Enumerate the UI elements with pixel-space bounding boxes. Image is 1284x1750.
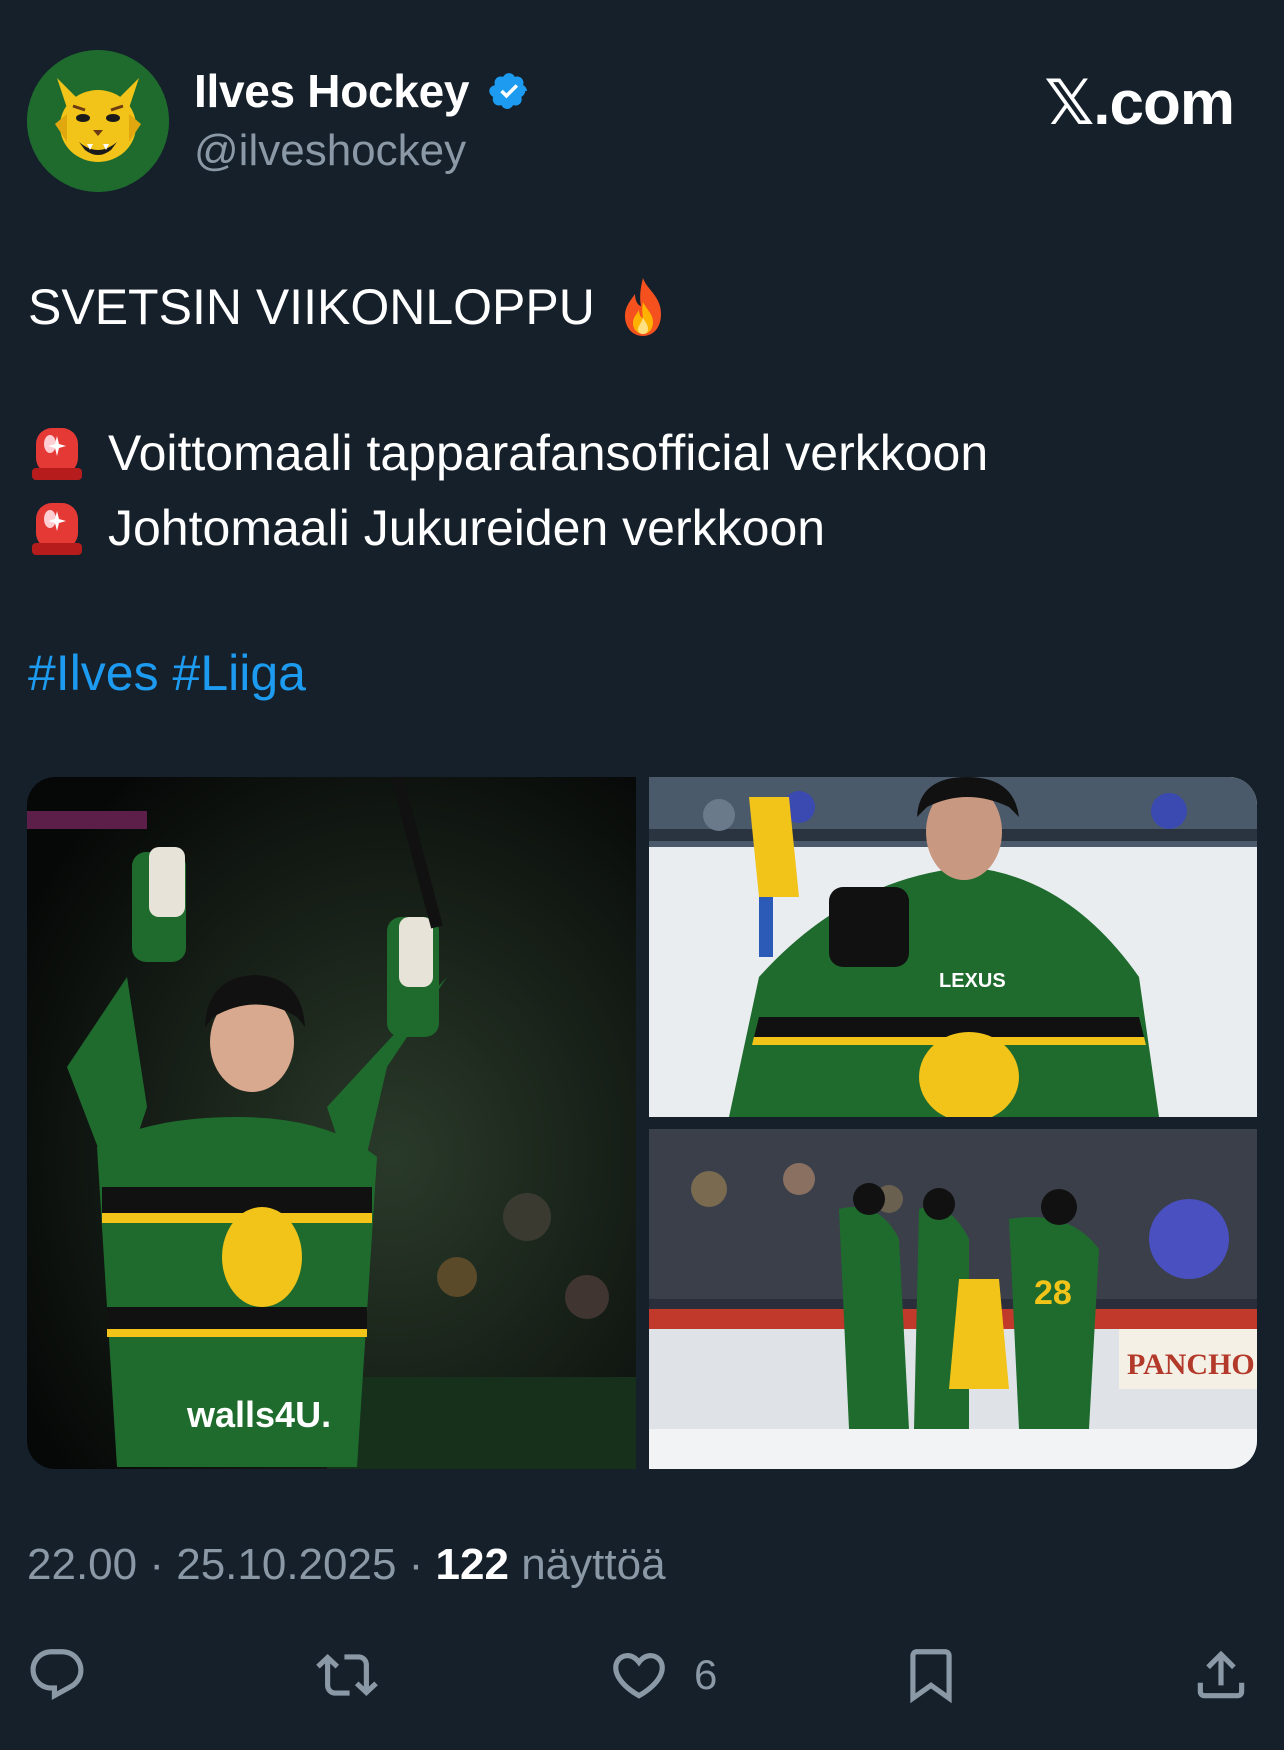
siren-emoji-icon [32,503,82,555]
retweet-icon [316,1654,378,1696]
tweet-meta: 22.00 · 25.10.2025 · 122 näyttöä [27,1540,666,1590]
hashtag-liiga[interactable]: #Liiga [173,645,306,701]
views-label: näyttöä [521,1540,666,1589]
svg-text:LEXUS: LEXUS [939,970,1006,992]
hashtags: #Ilves #Liiga [28,636,306,710]
author-name[interactable]: Ilves Hockey [194,64,469,118]
hashtag-ilves[interactable]: #Ilves [28,645,159,701]
bookmark-button[interactable] [900,1635,962,1715]
player-celebrating-arms-raised-photo[interactable]: walls4U. [27,777,636,1469]
team-celebration-photo[interactable]: PANCHO V 28 [649,1129,1257,1469]
meta-separator: · [396,1540,436,1589]
tweet-line-text: Voittomaali tapparafansofficial verkkoon [108,425,989,481]
tweet-line-1: Voittomaali tapparafansofficial verkkoon [28,416,988,490]
svg-text:PANCHO V: PANCHO V [1127,1348,1257,1381]
bookmark-icon [910,1649,952,1704]
share-icon [1197,1650,1245,1699]
reply-button[interactable] [26,1635,88,1715]
meta-separator: · [137,1540,177,1589]
like-count: 6 [694,1651,718,1698]
siren-emoji-icon [32,428,82,480]
view-count: 122 [435,1540,509,1589]
reply-icon [30,1649,84,1701]
tweet-title-line: SVETSIN VIIKONLOPPU [28,270,669,344]
svg-text:28: 28 [1034,1274,1072,1312]
retweet-button[interactable] [316,1635,378,1715]
lynx-logo-icon [27,50,169,192]
media-grid: walls4U. LEXUS PANCHO 28 [27,777,1257,1469]
tweet-title: SVETSIN VIIKONLOPPU [28,279,595,335]
action-bar: 6 [0,1635,1284,1715]
tweet-date[interactable]: 25.10.2025 [176,1540,396,1589]
avatar[interactable] [27,50,169,192]
x-logo-icon: 𝕏 [1044,66,1094,139]
heart-icon [613,1653,665,1699]
player-closeup-skating-photo[interactable]: LEXUS [649,777,1257,1117]
like-button[interactable]: 6 [608,1635,717,1715]
brand-text: .com [1093,69,1235,138]
x-com-brand: 𝕏.com [1044,66,1235,139]
svg-text:walls4U.: walls4U. [186,1394,331,1435]
author-handle[interactable]: @ilveshockey [194,126,466,176]
verified-badge-icon [489,73,527,109]
tweet-time[interactable]: 22.00 [27,1540,137,1589]
share-button[interactable] [1190,1635,1252,1715]
tweet-line-2: Johtomaali Jukureiden verkkoon [28,491,825,565]
tweet-header: Ilves Hockey @ilveshockey 𝕏.com [0,0,1284,200]
fire-emoji-icon [624,278,661,336]
tweet-line-text: Johtomaali Jukureiden verkkoon [108,500,826,556]
